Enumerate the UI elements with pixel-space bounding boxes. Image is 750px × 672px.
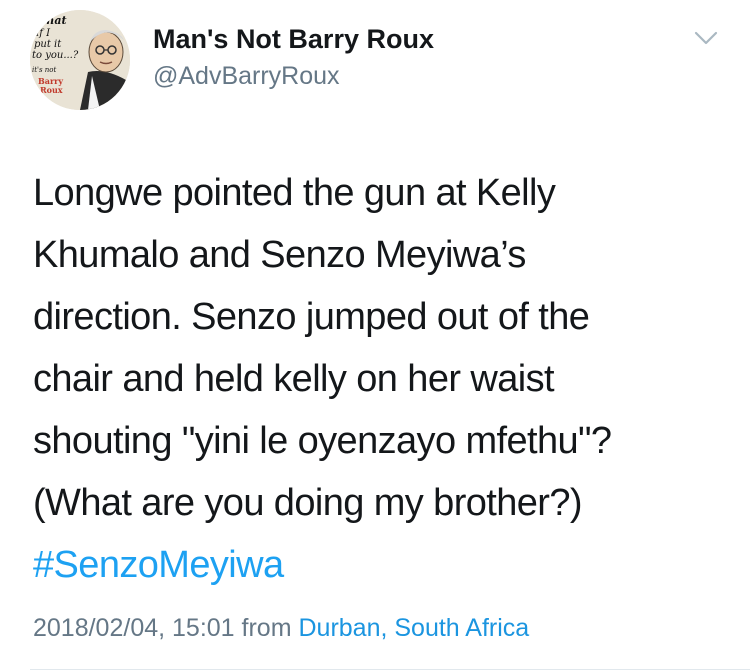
tweet-text: Longwe pointed the gun at Kelly Khumalo a…	[33, 162, 723, 596]
author-handle[interactable]: @AdvBarryRoux	[153, 62, 340, 91]
divider	[30, 669, 750, 670]
tweet-line: Longwe pointed the gun at Kelly	[33, 172, 556, 214]
avatar-text-5: it's not	[32, 66, 57, 74]
from-label: from	[241, 614, 292, 642]
avatar-text-3: put it	[34, 39, 62, 50]
tweet-meta: 2018/02/04, 15:01 from Durban, South Afr…	[33, 614, 529, 643]
avatar-text-1: What	[34, 14, 67, 27]
timestamp[interactable]: 2018/02/04, 15:01	[33, 614, 235, 642]
location-link[interactable]: Durban, South Africa	[298, 614, 529, 642]
tweet-line: Khumalo and Senzo Meyiwa’s	[33, 234, 526, 276]
tweet-line: (What are you doing my brother?)	[33, 482, 583, 524]
chevron-down-icon[interactable]	[693, 28, 719, 48]
avatar-text-4: to you...?	[32, 50, 79, 61]
avatar-text-2: if I	[36, 28, 51, 39]
avatar[interactable]: What if I put it to you...? it's not Bar…	[30, 10, 130, 110]
tweet-line: direction. Senzo jumped out of the	[33, 296, 590, 338]
avatar-text-7: Roux	[40, 85, 63, 95]
author-display-name[interactable]: Man's Not Barry Roux	[153, 24, 434, 55]
tweet-line: shouting "yini le oyenzayo mfethu"?	[33, 420, 612, 462]
hashtag-link[interactable]: #SenzoMeyiwa	[33, 534, 723, 596]
tweet-line: chair and held kelly on her waist	[33, 358, 555, 400]
